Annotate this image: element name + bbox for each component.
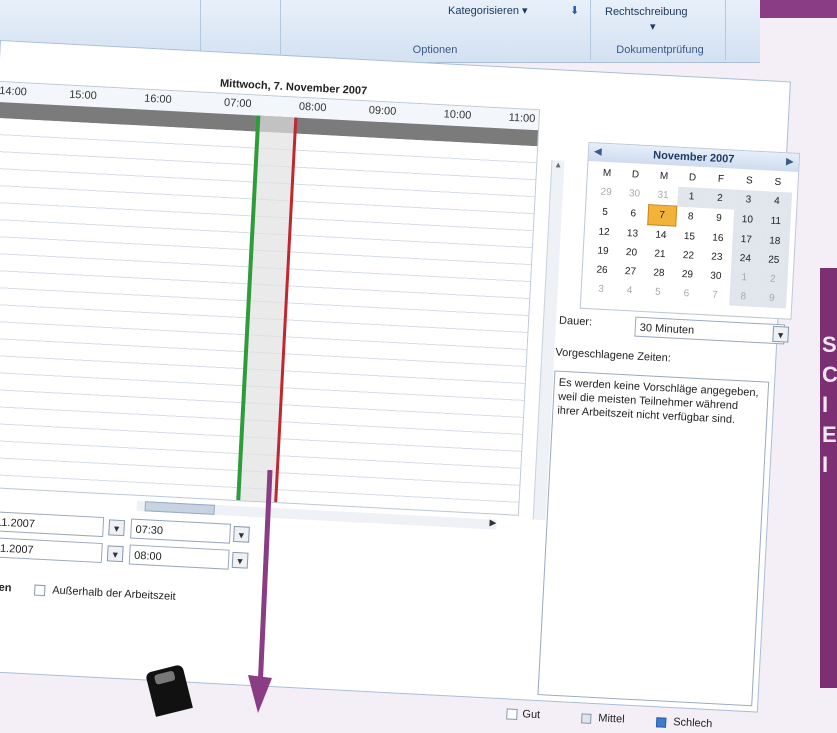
time-label: 16:00 <box>143 92 172 107</box>
suggested-times-box[interactable]: Es werden keine Vorschläge angegeben, we… <box>537 370 770 707</box>
calendar-day[interactable]: 9 <box>757 288 787 309</box>
calendar-day[interactable]: 9 <box>704 208 734 229</box>
ribbon-group-options: Kategorisieren ▾ ⬇ Optionen <box>280 0 591 60</box>
scheduling-window: Mittwoch, 7. November 2007 14:00 15:00 1… <box>0 40 801 730</box>
calendar-day[interactable]: 30 <box>701 266 730 286</box>
duration-label: Dauer: <box>558 314 593 329</box>
calendar-day[interactable]: 3 <box>733 189 764 211</box>
time-label: 07:00 <box>223 96 252 111</box>
weekday-label: F <box>717 173 725 186</box>
calendar-month-label: November 2007 <box>652 149 735 166</box>
calendar-day[interactable]: 16 <box>703 228 732 249</box>
calendar-day[interactable]: 1 <box>729 267 760 289</box>
spellcheck-button[interactable]: Rechtschreibung <box>605 6 688 18</box>
calendar-day[interactable]: 1 <box>676 186 707 208</box>
legend-bad-label: Schlech <box>672 716 713 731</box>
ribbon-group-label-proofing: Dokumentprüfung <box>616 44 704 56</box>
end-time-field[interactable]: 08:00 <box>128 544 230 570</box>
suggested-times-text: Es werden keine Vorschläge angegeben, we… <box>557 376 759 426</box>
legend-medium-label: Mittel <box>598 712 625 726</box>
calendar-day[interactable]: 19 <box>588 241 617 261</box>
calendar-day-selected[interactable]: 7 <box>647 204 677 227</box>
calendar-day[interactable]: 4 <box>762 191 792 213</box>
calendar-day[interactable]: 24 <box>730 248 761 270</box>
calendar-day[interactable]: 8 <box>676 206 706 227</box>
calendar-day[interactable]: 13 <box>618 223 647 244</box>
ribbon-group-proofing: Rechtschreibung ▾ Dokumentprüfung <box>595 0 726 60</box>
calendar-day[interactable]: 4 <box>615 281 644 301</box>
time-label: 15:00 <box>68 88 98 103</box>
calendar-day[interactable]: 12 <box>589 222 618 243</box>
legend-medium-swatch <box>581 713 592 724</box>
scroll-right-icon[interactable]: ▶ <box>489 517 496 528</box>
time-label: 09:00 <box>368 104 397 118</box>
calendar-day[interactable]: 11 <box>761 210 791 233</box>
legend-bad-swatch <box>655 717 667 728</box>
calendar-day[interactable]: 2 <box>758 269 788 290</box>
priority-icon[interactable]: ⬇ <box>570 4 579 17</box>
calendar-day[interactable]: 14 <box>646 225 675 246</box>
suggested-times-label: Vorgeschlagene Zeiten: <box>555 346 672 365</box>
calendar-prev-icon[interactable]: ◀ <box>593 143 602 161</box>
calendar-day[interactable]: 18 <box>760 230 790 252</box>
weekday-label: D <box>688 172 697 184</box>
calendar-day[interactable]: 8 <box>728 286 759 307</box>
start-time-field[interactable]: 07:30 <box>130 518 231 544</box>
calendar-day[interactable]: 22 <box>674 246 703 266</box>
weekday-label: S <box>774 176 782 189</box>
outside-hours-checkbox[interactable] <box>33 584 46 597</box>
categorize-button[interactable]: Kategorisieren ▾ <box>448 4 528 17</box>
end-date-field[interactable]: 07.11.2007 <box>0 536 103 564</box>
side-banner-text: S C I E I <box>822 332 837 477</box>
duration-select[interactable]: 30 Minuten <box>634 316 786 345</box>
calendar-day[interactable]: 20 <box>617 243 646 263</box>
calendar-day[interactable]: 15 <box>675 226 704 247</box>
ribbon-group-label-options: Optionen <box>412 44 458 56</box>
calendar-day[interactable]: 30 <box>620 184 649 205</box>
weekday-label: M <box>602 167 612 180</box>
time-label: 11:00 <box>508 111 536 126</box>
scroll-up-icon[interactable]: ▲ <box>552 160 564 170</box>
weekday-label: D <box>631 169 640 181</box>
spellcheck-dropdown-icon[interactable]: ▾ <box>650 20 656 33</box>
calendar-day[interactable]: 29 <box>673 265 702 285</box>
legend-good-checkbox <box>506 708 518 720</box>
month-calendar[interactable]: ◀ November 2007 ▶ M D M D F S S 29 30 31… <box>579 141 801 320</box>
options-label: ationen <box>0 580 12 595</box>
calendar-day[interactable]: 31 <box>648 185 677 206</box>
calendar-day[interactable]: 6 <box>672 284 701 304</box>
calendar-day[interactable]: 17 <box>731 229 762 251</box>
calendar-day[interactable]: 6 <box>619 203 649 224</box>
legend-good-label: Gut <box>522 708 541 722</box>
start-date-dropdown-icon[interactable]: ▼ <box>108 519 126 537</box>
calendar-day[interactable]: 2 <box>705 188 735 210</box>
calendar-day[interactable]: 10 <box>732 209 763 231</box>
end-date-dropdown-icon[interactable]: ▼ <box>106 545 124 563</box>
calendar-day[interactable]: 23 <box>702 247 731 267</box>
calendar-day[interactable]: 29 <box>591 182 620 203</box>
calendar-day[interactable]: 27 <box>616 262 645 282</box>
time-label: 08:00 <box>298 100 327 115</box>
calendar-day[interactable]: 25 <box>759 250 789 271</box>
outside-hours-label: Außerhalb der Arbeitszeit <box>51 584 176 603</box>
calendar-day[interactable]: 26 <box>587 260 616 280</box>
duration-dropdown-icon[interactable]: ▼ <box>772 325 790 343</box>
calendar-day[interactable]: 28 <box>644 263 673 283</box>
weekday-label: M <box>659 170 669 183</box>
calendar-day[interactable]: 5 <box>590 202 620 223</box>
arrow-down-icon <box>248 470 273 713</box>
calendar-day[interactable]: 3 <box>586 279 615 299</box>
weekday-label: S <box>745 175 754 187</box>
calendar-grid: M D M D F S S 29 30 31 1 2 3 4 5 6 7 8 9… <box>586 163 793 309</box>
calendar-next-icon[interactable]: ▶ <box>786 153 795 171</box>
calendar-day[interactable]: 21 <box>645 244 674 264</box>
time-label: 10:00 <box>443 108 472 122</box>
calendar-day[interactable]: 7 <box>700 285 729 305</box>
end-time-dropdown-icon[interactable]: ▼ <box>231 551 249 569</box>
start-date-field[interactable]: 07.11.2007 <box>0 510 105 538</box>
horizontal-scroll-thumb[interactable] <box>144 501 215 515</box>
time-label: 14:00 <box>0 85 28 99</box>
scheduling-grid[interactable]: Mittwoch, 7. November 2007 14:00 15:00 1… <box>0 78 541 516</box>
calendar-day[interactable]: 5 <box>643 282 672 302</box>
